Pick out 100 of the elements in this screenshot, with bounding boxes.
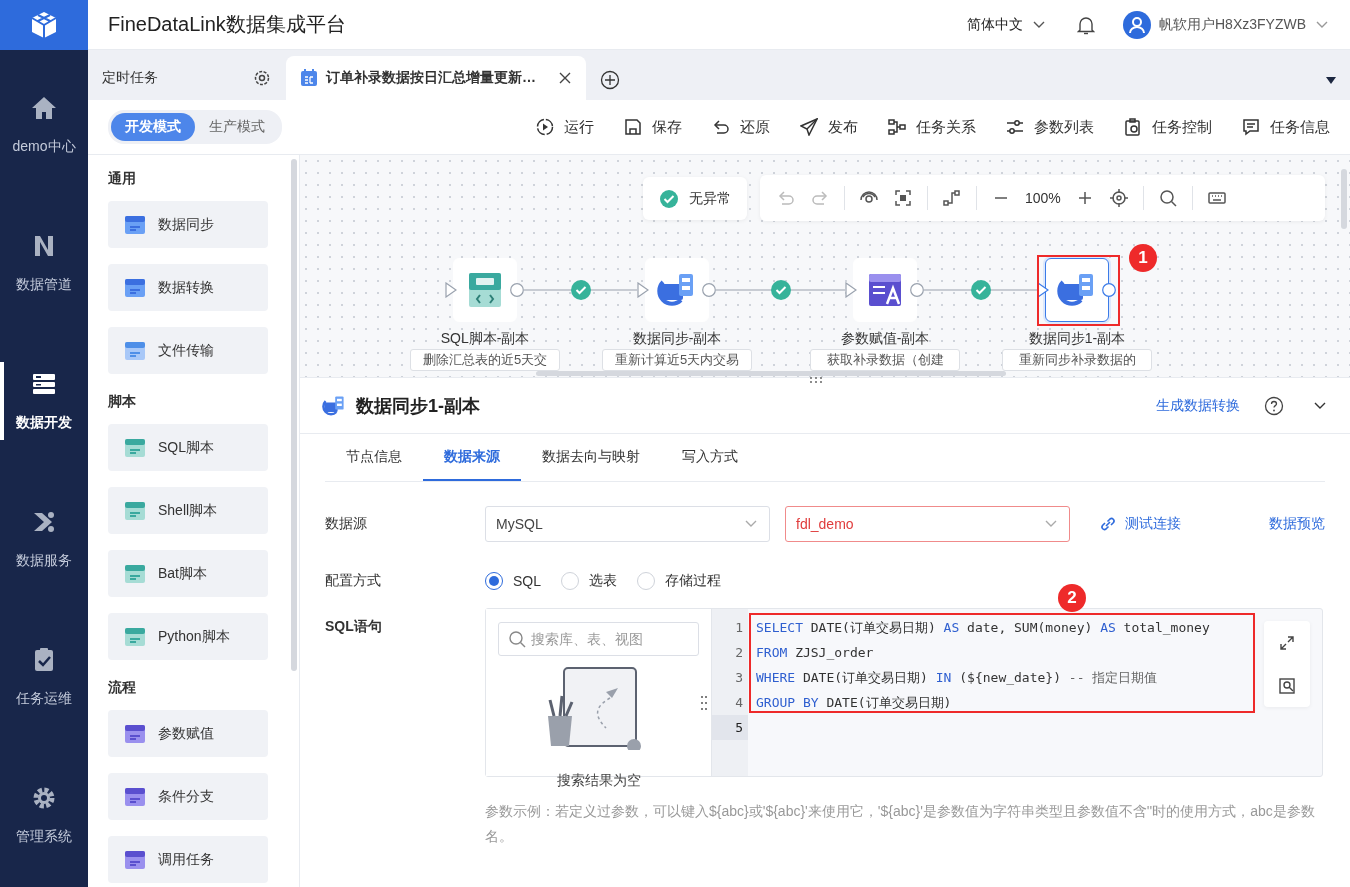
check-circle-icon	[770, 280, 791, 300]
code-line: GROUP BY DATE(订单交易日期)	[756, 694, 952, 712]
save-icon	[624, 118, 642, 136]
expand-icon[interactable]	[1278, 633, 1296, 652]
field-label: 配置方式	[325, 572, 382, 590]
input-port-icon	[445, 282, 457, 298]
node-description: 重新计算近5天内交易	[602, 349, 752, 371]
node-description: 重新同步补录数据的	[1002, 349, 1152, 371]
palette-item[interactable]: SQL脚本	[108, 424, 268, 471]
tab[interactable]: 定时任务	[88, 56, 286, 100]
select-field[interactable]: MySQL	[485, 506, 770, 542]
section-heading: 通用	[108, 170, 137, 188]
node-tile-icon	[124, 213, 146, 236]
search-field[interactable]: 搜索库、表、视图	[498, 622, 699, 656]
node-tile-icon	[124, 276, 146, 299]
node-tile-icon	[124, 339, 146, 362]
nav-item[interactable]: 数据服务	[0, 508, 88, 570]
toolbar-button[interactable]: 发布	[800, 117, 858, 137]
link[interactable]: 生成数据转换	[1156, 396, 1240, 415]
radio-label[interactable]: 存储过程	[665, 572, 721, 590]
send-icon	[800, 118, 818, 136]
tab[interactable]: 订单补录数据按日汇总增量更新…	[286, 56, 586, 100]
tab[interactable]: 节点信息	[325, 434, 423, 481]
toolbar-button[interactable]: 运行	[536, 117, 594, 137]
check-circle-icon	[970, 280, 991, 300]
radio-label[interactable]: SQL	[513, 573, 541, 589]
app-title: FineDataLink数据集成平台	[108, 12, 347, 37]
help-icon[interactable]	[1264, 395, 1284, 416]
toolbar-button[interactable]: 参数列表	[1006, 117, 1094, 137]
input-port-icon	[1037, 282, 1049, 298]
settings-icon[interactable]	[252, 68, 272, 88]
bell-icon[interactable]	[1077, 14, 1095, 35]
play-icon	[536, 118, 554, 136]
search-icon[interactable]	[1157, 188, 1178, 208]
user-menu[interactable]: 帆软用户H8Xz3FYZWB	[1123, 10, 1330, 39]
callout-number: 2	[1058, 584, 1086, 612]
close-icon[interactable]	[558, 71, 572, 85]
layout-icon[interactable]	[942, 188, 962, 208]
nav-item[interactable]: demo中心	[0, 94, 88, 156]
link[interactable]: 测试连接	[1125, 515, 1181, 533]
language-selector[interactable]: 简体中文	[967, 15, 1047, 34]
user-avatar-icon	[1123, 10, 1151, 39]
radio-label[interactable]: 选表	[589, 572, 617, 590]
palette-item[interactable]: 数据转换	[108, 264, 268, 311]
status-pill: 无异常	[643, 177, 747, 220]
nav-item[interactable]: 任务运维	[0, 646, 88, 708]
output-port-icon	[910, 283, 924, 297]
palette-item[interactable]: 参数赋值	[108, 710, 268, 757]
output-port-icon	[702, 283, 716, 297]
panel-title: 数据同步1-副本	[356, 394, 481, 418]
tab[interactable]: 数据去向与映射	[521, 434, 661, 481]
node-tile-icon	[124, 785, 146, 808]
radio-button[interactable]	[485, 572, 503, 590]
search-icon	[508, 630, 526, 648]
nav-item[interactable]: 管理系统	[0, 784, 88, 846]
node-tile-icon	[124, 722, 146, 745]
flow-node[interactable]	[1045, 258, 1109, 322]
scrollbar-thumb[interactable]	[536, 371, 1006, 376]
format-icon[interactable]	[1278, 676, 1296, 695]
drag-handle-icon[interactable]	[700, 695, 708, 711]
node-label: 数据同步-副本	[631, 330, 723, 348]
clipboard-gear-icon	[1124, 118, 1142, 136]
tab[interactable]: 写入方式	[661, 434, 759, 481]
relation-icon	[888, 118, 906, 136]
fit-screen-icon[interactable]	[893, 188, 913, 208]
palette-item[interactable]: Python脚本	[108, 613, 268, 660]
code-line: WHERE DATE(订单交易日期) IN (${new_date}) -- 指定日期值	[756, 669, 1158, 687]
node-label: SQL脚本-副本	[439, 330, 531, 348]
toolbar-button[interactable]: 任务关系	[888, 117, 976, 137]
sliders-icon	[1006, 118, 1024, 136]
check-circle-icon	[570, 280, 591, 300]
add-tab-icon[interactable]	[600, 70, 620, 90]
locate-icon[interactable]	[1108, 188, 1129, 208]
mode-toggle[interactable]: 生产模式	[195, 113, 279, 141]
select-field[interactable]: fdl_demo	[785, 506, 1070, 542]
dropdown-triangle-icon[interactable]	[1326, 77, 1336, 84]
palette-item[interactable]: 条件分支	[108, 773, 268, 820]
tab[interactable]: 数据来源	[423, 434, 521, 481]
node-description: 获取补录数据（创建	[810, 349, 960, 371]
palette-item[interactable]: Shell脚本	[108, 487, 268, 534]
field-label: SQL语句	[325, 617, 383, 636]
node-tile-icon	[124, 848, 146, 871]
toolbar-button[interactable]: 任务控制	[1124, 117, 1212, 137]
home-icon	[30, 94, 58, 122]
toolbar-button[interactable]: 任务信息	[1242, 117, 1330, 137]
palette-item[interactable]: Bat脚本	[108, 550, 268, 597]
toolbar-button[interactable]: 还原	[712, 117, 770, 137]
scrollbar-thumb[interactable]	[291, 159, 297, 671]
palette-item[interactable]: 文件传输	[108, 327, 268, 374]
line-number: 3	[734, 669, 744, 687]
nav-item[interactable]: 数据管道	[0, 232, 88, 294]
palette-item[interactable]: 调用任务	[108, 836, 268, 883]
palette-item[interactable]: 数据同步	[108, 201, 268, 248]
scrollbar-thumb[interactable]	[1341, 169, 1347, 229]
mode-toggle[interactable]: 开发模式	[111, 113, 195, 141]
node-label: 数据同步1-副本	[1027, 330, 1127, 348]
link[interactable]: 数据预览	[1269, 515, 1325, 533]
calendar-icon	[300, 69, 318, 87]
toolbar-button[interactable]: 保存	[624, 117, 682, 137]
drag-handle-icon[interactable]	[808, 376, 824, 384]
